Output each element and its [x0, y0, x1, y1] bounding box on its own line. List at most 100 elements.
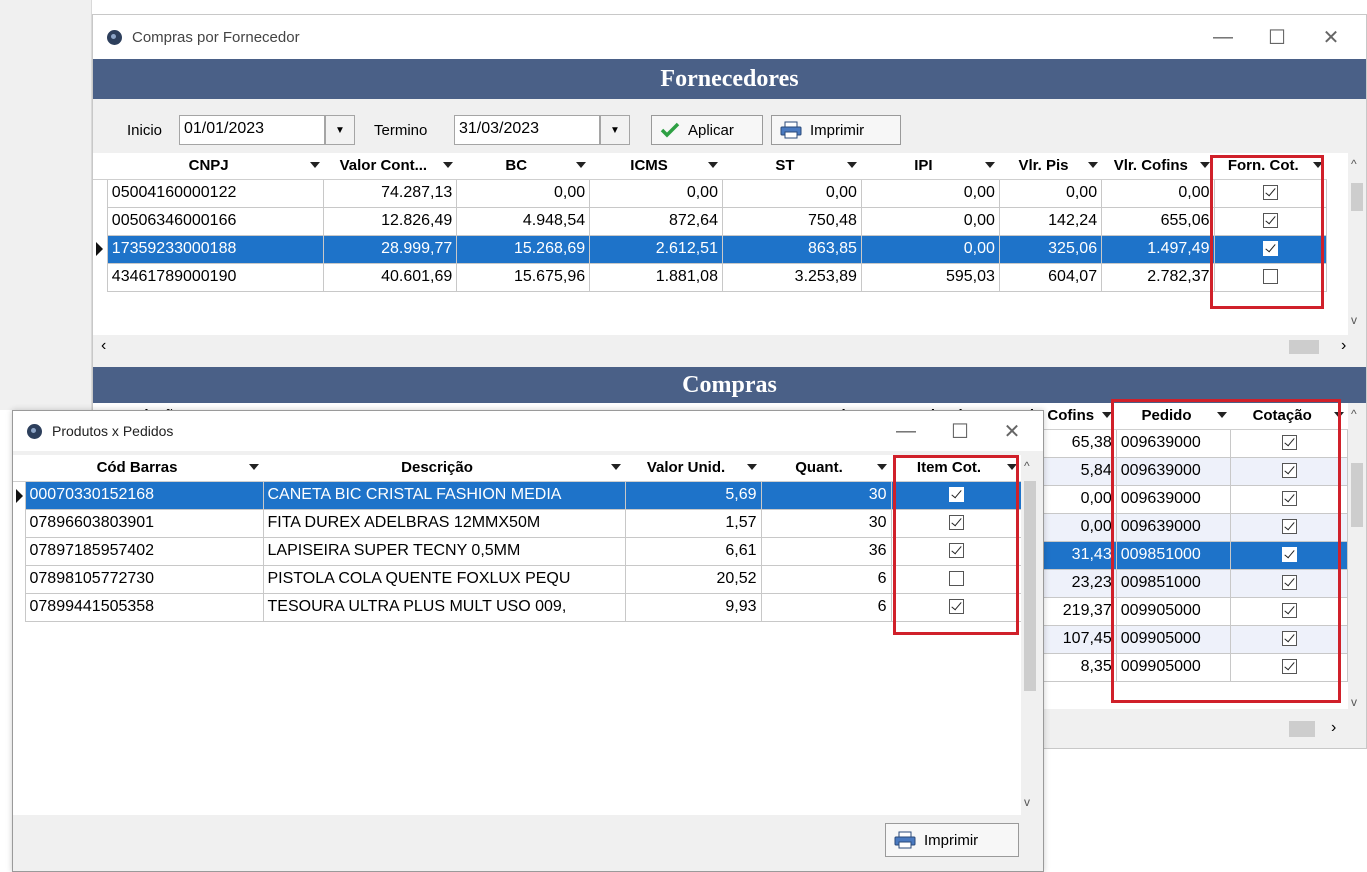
inicio-dropdown-button[interactable]: ▼	[325, 115, 355, 145]
checked-checkbox-icon[interactable]	[948, 543, 964, 559]
checked-checkbox-icon[interactable]	[1281, 603, 1297, 619]
unchecked-checkbox-icon[interactable]	[948, 571, 964, 587]
maximize-button[interactable]: ☐	[1254, 15, 1300, 59]
cell-forn-cot[interactable]	[1213, 206, 1327, 236]
sort-dropdown-icon[interactable]	[708, 162, 719, 168]
cell-pedido[interactable]: 009851000	[1115, 568, 1232, 598]
checked-checkbox-icon[interactable]	[1262, 185, 1278, 201]
table-row[interactable]: 07898105772730 PISTOLA COLA QUENTE FOXLUX…	[13, 564, 1022, 594]
sort-dropdown-icon[interactable]	[747, 464, 757, 470]
cell-valor-unid[interactable]: 5,69	[624, 480, 762, 510]
cell-descricao[interactable]: FITA DUREX ADELBRAS 12MMX50M	[262, 508, 626, 538]
cell-cod-barras[interactable]: 07899441505358	[24, 592, 264, 622]
termino-dropdown-button[interactable]: ▼	[600, 115, 630, 145]
col-header-pedido[interactable]: Pedido	[1116, 403, 1231, 430]
cell-bc[interactable]: 4.948,54	[456, 206, 591, 236]
checked-checkbox-icon[interactable]	[1281, 491, 1297, 507]
cell-cod-barras[interactable]: 07896603803901	[24, 508, 264, 538]
scroll-up-icon[interactable]: ^	[1351, 407, 1357, 421]
table-row[interactable]: 00070330152168 CANETA BIC CRISTAL FASHION…	[13, 480, 1022, 510]
checked-checkbox-icon[interactable]	[1281, 463, 1297, 479]
produtos-vertical-scrollbar[interactable]: ^ v	[1021, 455, 1039, 815]
cell-st[interactable]: 3.253,89	[721, 262, 862, 292]
table-row[interactable]: 05004160000122 74.287,13 0,00 0,00 0,00 0,00 0…	[93, 178, 1327, 208]
cell-pis[interactable]: 142,24	[998, 206, 1103, 236]
col-header-descricao[interactable]: Descrição	[263, 455, 625, 482]
cell-descricao[interactable]: PISTOLA COLA QUENTE FOXLUX PEQU	[262, 564, 626, 594]
cell-pis[interactable]: 325,06	[998, 234, 1103, 264]
cell-cod-barras[interactable]: 00070330152168	[24, 480, 264, 510]
checked-checkbox-icon[interactable]	[1281, 631, 1297, 647]
checked-checkbox-icon[interactable]	[1262, 213, 1278, 229]
imprimir-button[interactable]: Imprimir	[771, 115, 901, 145]
cell-icms[interactable]: 1.881,08	[589, 262, 723, 292]
table-row[interactable]: 43461789000190 40.601,69 15.675,96 1.881,08…	[93, 262, 1327, 292]
cell-pedido[interactable]: 009905000	[1115, 596, 1232, 626]
scroll-up-icon[interactable]: ^	[1024, 459, 1030, 473]
cell-valor-unid[interactable]: 9,93	[624, 592, 762, 622]
cell-bc[interactable]: 15.675,96	[456, 262, 591, 292]
cell-pedido[interactable]: 009639000	[1115, 512, 1232, 542]
col-header-valor[interactable]: Valor Cont...	[323, 153, 457, 180]
cell-cotacao[interactable]	[1230, 456, 1348, 486]
cell-descricao[interactable]: CANETA BIC CRISTAL FASHION MEDIA	[262, 480, 626, 510]
cell-item-cot[interactable]	[890, 564, 1022, 594]
sort-dropdown-icon[interactable]	[249, 464, 259, 470]
table-row[interactable]: 17359233000188 28.999,77 15.268,69 2.612,51…	[93, 234, 1327, 264]
cell-quant[interactable]: 30	[760, 508, 892, 538]
cell-cotacao[interactable]	[1230, 540, 1348, 570]
cell-item-cot[interactable]	[890, 536, 1022, 566]
cell-valor-unid[interactable]: 1,57	[624, 508, 762, 538]
cell-ipi[interactable]: 0,00	[860, 178, 1000, 208]
checked-checkbox-icon[interactable]	[1262, 241, 1278, 257]
cell-pedido[interactable]: 009905000	[1115, 624, 1232, 654]
cell-st[interactable]: 750,48	[721, 206, 862, 236]
checked-checkbox-icon[interactable]	[948, 487, 964, 503]
cell-cofins[interactable]: 0,00	[1101, 178, 1215, 208]
checked-checkbox-icon[interactable]	[1281, 519, 1297, 535]
col-header-pis[interactable]: Vlr. Pis	[999, 153, 1102, 180]
cell-ipi[interactable]: 595,03	[860, 262, 1000, 292]
sort-dropdown-icon[interactable]	[1087, 162, 1098, 168]
cell-descricao[interactable]: LAPISEIRA SUPER TECNY 0,5MM	[262, 536, 626, 566]
col-header-ipi[interactable]: IPI	[861, 153, 1000, 180]
col-header-valor-unid[interactable]: Valor Unid.	[625, 455, 761, 482]
sort-dropdown-icon[interactable]	[1200, 162, 1210, 168]
cell-icms[interactable]: 872,64	[589, 206, 723, 236]
cell-pedido[interactable]: 009639000	[1115, 428, 1232, 458]
scroll-thumb[interactable]	[1351, 183, 1363, 211]
inicio-date-input[interactable]: 01/01/2023	[179, 115, 325, 145]
cell-cotacao[interactable]	[1230, 512, 1348, 542]
cell-st[interactable]: 863,85	[721, 234, 862, 264]
cell-cnpj[interactable]: 43461789000190	[106, 262, 325, 292]
sort-dropdown-icon[interactable]	[1216, 412, 1227, 418]
cell-cnpj[interactable]: 17359233000188	[106, 234, 325, 264]
sort-dropdown-icon[interactable]	[1333, 412, 1344, 418]
sort-dropdown-icon[interactable]	[611, 464, 621, 470]
checked-checkbox-icon[interactable]	[1281, 547, 1297, 563]
col-header-cotacao[interactable]: Cotação	[1230, 403, 1348, 430]
horizontal-scroll-thumb[interactable]	[1289, 340, 1319, 354]
cell-cofins[interactable]: 655,06	[1101, 206, 1215, 236]
table-row[interactable]: 00506346000166 12.826,49 4.948,54 872,64 750…	[93, 206, 1327, 236]
sort-dropdown-icon[interactable]	[1312, 162, 1323, 168]
cell-pis[interactable]: 604,07	[998, 262, 1103, 292]
cell-valor[interactable]: 12.826,49	[323, 206, 458, 236]
col-header-cofins[interactable]: Vlr. Cofins	[1101, 153, 1214, 180]
cell-st[interactable]: 0,00	[721, 178, 862, 208]
horizontal-scroll-thumb[interactable]	[1289, 721, 1315, 737]
sort-dropdown-icon[interactable]	[309, 162, 320, 168]
col-header-st[interactable]: ST	[722, 153, 862, 180]
produtos-grid[interactable]: Cód Barras Descrição Valor Unid. Quant. Item…	[13, 455, 1022, 815]
col-header-barras[interactable]: Cód Barras	[25, 455, 263, 482]
cell-pedido[interactable]: 009905000	[1115, 652, 1232, 682]
cell-cofins[interactable]: 1.497,49	[1101, 234, 1215, 264]
cell-cnpj[interactable]: 00506346000166	[106, 206, 325, 236]
sort-dropdown-icon[interactable]	[1007, 464, 1017, 470]
child-maximize-button[interactable]: ☐	[937, 411, 983, 451]
cell-pedido[interactable]: 009639000	[1115, 456, 1232, 486]
sort-dropdown-icon[interactable]	[442, 162, 453, 168]
scroll-down-icon[interactable]: v	[1351, 313, 1357, 327]
cell-cotacao[interactable]	[1230, 652, 1348, 682]
cell-valor[interactable]: 74.287,13	[323, 178, 458, 208]
